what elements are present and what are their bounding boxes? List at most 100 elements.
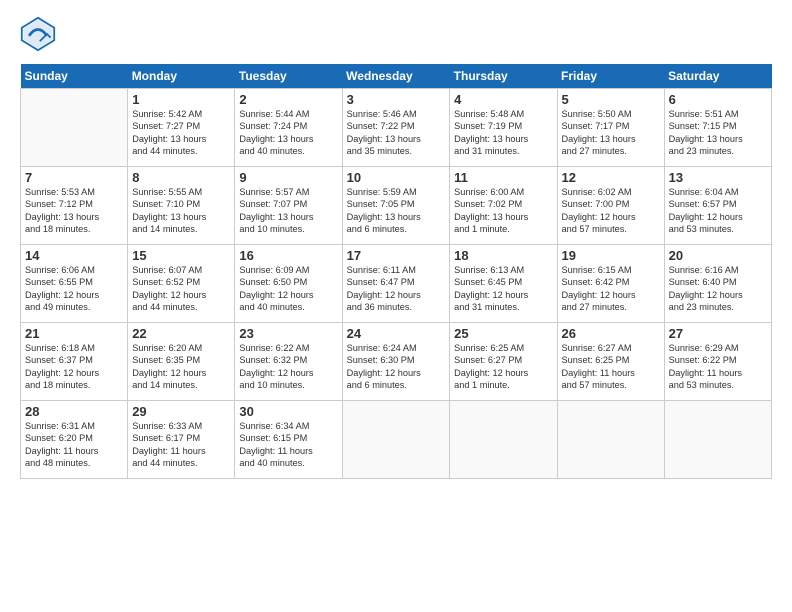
col-wednesday: Wednesday	[342, 64, 450, 89]
day-info: Sunrise: 6:06 AM Sunset: 6:55 PM Dayligh…	[25, 264, 123, 314]
day-info: Sunrise: 5:50 AM Sunset: 7:17 PM Dayligh…	[562, 108, 660, 158]
day-info: Sunrise: 6:04 AM Sunset: 6:57 PM Dayligh…	[669, 186, 767, 236]
day-number: 21	[25, 326, 123, 341]
day-number: 9	[239, 170, 337, 185]
day-info: Sunrise: 6:29 AM Sunset: 6:22 PM Dayligh…	[669, 342, 767, 392]
day-info: Sunrise: 5:42 AM Sunset: 7:27 PM Dayligh…	[132, 108, 230, 158]
calendar-cell: 26Sunrise: 6:27 AM Sunset: 6:25 PM Dayli…	[557, 323, 664, 401]
day-number: 13	[669, 170, 767, 185]
calendar-cell: 11Sunrise: 6:00 AM Sunset: 7:02 PM Dayli…	[450, 167, 557, 245]
day-number: 12	[562, 170, 660, 185]
day-number: 27	[669, 326, 767, 341]
day-info: Sunrise: 5:53 AM Sunset: 7:12 PM Dayligh…	[25, 186, 123, 236]
day-info: Sunrise: 5:51 AM Sunset: 7:15 PM Dayligh…	[669, 108, 767, 158]
calendar-cell	[21, 89, 128, 167]
calendar-cell: 16Sunrise: 6:09 AM Sunset: 6:50 PM Dayli…	[235, 245, 342, 323]
day-info: Sunrise: 6:31 AM Sunset: 6:20 PM Dayligh…	[25, 420, 123, 470]
day-info: Sunrise: 6:09 AM Sunset: 6:50 PM Dayligh…	[239, 264, 337, 314]
day-number: 4	[454, 92, 552, 107]
calendar-cell: 9Sunrise: 5:57 AM Sunset: 7:07 PM Daylig…	[235, 167, 342, 245]
day-number: 17	[347, 248, 446, 263]
calendar-table: Sunday Monday Tuesday Wednesday Thursday…	[20, 64, 772, 479]
day-number: 28	[25, 404, 123, 419]
day-number: 24	[347, 326, 446, 341]
day-info: Sunrise: 6:00 AM Sunset: 7:02 PM Dayligh…	[454, 186, 552, 236]
calendar-cell: 22Sunrise: 6:20 AM Sunset: 6:35 PM Dayli…	[128, 323, 235, 401]
header	[20, 16, 772, 52]
page-container: Sunday Monday Tuesday Wednesday Thursday…	[0, 0, 792, 489]
day-info: Sunrise: 6:20 AM Sunset: 6:35 PM Dayligh…	[132, 342, 230, 392]
calendar-cell: 14Sunrise: 6:06 AM Sunset: 6:55 PM Dayli…	[21, 245, 128, 323]
calendar-cell: 19Sunrise: 6:15 AM Sunset: 6:42 PM Dayli…	[557, 245, 664, 323]
calendar-week-row: 28Sunrise: 6:31 AM Sunset: 6:20 PM Dayli…	[21, 401, 772, 479]
day-info: Sunrise: 5:46 AM Sunset: 7:22 PM Dayligh…	[347, 108, 446, 158]
day-number: 11	[454, 170, 552, 185]
calendar-week-row: 7Sunrise: 5:53 AM Sunset: 7:12 PM Daylig…	[21, 167, 772, 245]
day-number: 2	[239, 92, 337, 107]
calendar-cell: 2Sunrise: 5:44 AM Sunset: 7:24 PM Daylig…	[235, 89, 342, 167]
calendar-cell: 3Sunrise: 5:46 AM Sunset: 7:22 PM Daylig…	[342, 89, 450, 167]
calendar-cell: 13Sunrise: 6:04 AM Sunset: 6:57 PM Dayli…	[664, 167, 771, 245]
calendar-cell: 17Sunrise: 6:11 AM Sunset: 6:47 PM Dayli…	[342, 245, 450, 323]
calendar-cell	[342, 401, 450, 479]
day-info: Sunrise: 6:22 AM Sunset: 6:32 PM Dayligh…	[239, 342, 337, 392]
calendar-week-row: 21Sunrise: 6:18 AM Sunset: 6:37 PM Dayli…	[21, 323, 772, 401]
calendar-cell: 24Sunrise: 6:24 AM Sunset: 6:30 PM Dayli…	[342, 323, 450, 401]
day-info: Sunrise: 6:02 AM Sunset: 7:00 PM Dayligh…	[562, 186, 660, 236]
day-number: 16	[239, 248, 337, 263]
day-info: Sunrise: 6:18 AM Sunset: 6:37 PM Dayligh…	[25, 342, 123, 392]
col-tuesday: Tuesday	[235, 64, 342, 89]
day-number: 5	[562, 92, 660, 107]
day-info: Sunrise: 6:11 AM Sunset: 6:47 PM Dayligh…	[347, 264, 446, 314]
day-info: Sunrise: 5:57 AM Sunset: 7:07 PM Dayligh…	[239, 186, 337, 236]
col-sunday: Sunday	[21, 64, 128, 89]
calendar-week-row: 1Sunrise: 5:42 AM Sunset: 7:27 PM Daylig…	[21, 89, 772, 167]
day-info: Sunrise: 6:25 AM Sunset: 6:27 PM Dayligh…	[454, 342, 552, 392]
day-info: Sunrise: 6:27 AM Sunset: 6:25 PM Dayligh…	[562, 342, 660, 392]
day-info: Sunrise: 6:16 AM Sunset: 6:40 PM Dayligh…	[669, 264, 767, 314]
day-info: Sunrise: 5:55 AM Sunset: 7:10 PM Dayligh…	[132, 186, 230, 236]
day-number: 7	[25, 170, 123, 185]
calendar-week-row: 14Sunrise: 6:06 AM Sunset: 6:55 PM Dayli…	[21, 245, 772, 323]
calendar-cell: 25Sunrise: 6:25 AM Sunset: 6:27 PM Dayli…	[450, 323, 557, 401]
day-number: 19	[562, 248, 660, 263]
day-number: 23	[239, 326, 337, 341]
day-number: 15	[132, 248, 230, 263]
calendar-cell: 28Sunrise: 6:31 AM Sunset: 6:20 PM Dayli…	[21, 401, 128, 479]
day-number: 30	[239, 404, 337, 419]
calendar-cell: 12Sunrise: 6:02 AM Sunset: 7:00 PM Dayli…	[557, 167, 664, 245]
calendar-cell: 1Sunrise: 5:42 AM Sunset: 7:27 PM Daylig…	[128, 89, 235, 167]
day-number: 20	[669, 248, 767, 263]
day-info: Sunrise: 6:15 AM Sunset: 6:42 PM Dayligh…	[562, 264, 660, 314]
day-number: 25	[454, 326, 552, 341]
calendar-body: 1Sunrise: 5:42 AM Sunset: 7:27 PM Daylig…	[21, 89, 772, 479]
day-number: 10	[347, 170, 446, 185]
calendar-cell: 10Sunrise: 5:59 AM Sunset: 7:05 PM Dayli…	[342, 167, 450, 245]
col-friday: Friday	[557, 64, 664, 89]
calendar-cell: 8Sunrise: 5:55 AM Sunset: 7:10 PM Daylig…	[128, 167, 235, 245]
calendar-cell: 7Sunrise: 5:53 AM Sunset: 7:12 PM Daylig…	[21, 167, 128, 245]
day-info: Sunrise: 6:07 AM Sunset: 6:52 PM Dayligh…	[132, 264, 230, 314]
calendar-cell: 6Sunrise: 5:51 AM Sunset: 7:15 PM Daylig…	[664, 89, 771, 167]
calendar-cell	[557, 401, 664, 479]
calendar-header-row: Sunday Monday Tuesday Wednesday Thursday…	[21, 64, 772, 89]
calendar-cell: 30Sunrise: 6:34 AM Sunset: 6:15 PM Dayli…	[235, 401, 342, 479]
day-number: 14	[25, 248, 123, 263]
day-info: Sunrise: 5:48 AM Sunset: 7:19 PM Dayligh…	[454, 108, 552, 158]
calendar-cell: 20Sunrise: 6:16 AM Sunset: 6:40 PM Dayli…	[664, 245, 771, 323]
day-info: Sunrise: 6:34 AM Sunset: 6:15 PM Dayligh…	[239, 420, 337, 470]
calendar-cell: 23Sunrise: 6:22 AM Sunset: 6:32 PM Dayli…	[235, 323, 342, 401]
col-thursday: Thursday	[450, 64, 557, 89]
calendar-cell	[664, 401, 771, 479]
calendar-cell: 15Sunrise: 6:07 AM Sunset: 6:52 PM Dayli…	[128, 245, 235, 323]
calendar-cell: 18Sunrise: 6:13 AM Sunset: 6:45 PM Dayli…	[450, 245, 557, 323]
day-number: 29	[132, 404, 230, 419]
day-number: 26	[562, 326, 660, 341]
day-info: Sunrise: 6:33 AM Sunset: 6:17 PM Dayligh…	[132, 420, 230, 470]
calendar-cell: 21Sunrise: 6:18 AM Sunset: 6:37 PM Dayli…	[21, 323, 128, 401]
calendar-cell: 4Sunrise: 5:48 AM Sunset: 7:19 PM Daylig…	[450, 89, 557, 167]
calendar-cell: 27Sunrise: 6:29 AM Sunset: 6:22 PM Dayli…	[664, 323, 771, 401]
day-number: 1	[132, 92, 230, 107]
day-info: Sunrise: 5:59 AM Sunset: 7:05 PM Dayligh…	[347, 186, 446, 236]
logo-icon	[20, 16, 56, 52]
